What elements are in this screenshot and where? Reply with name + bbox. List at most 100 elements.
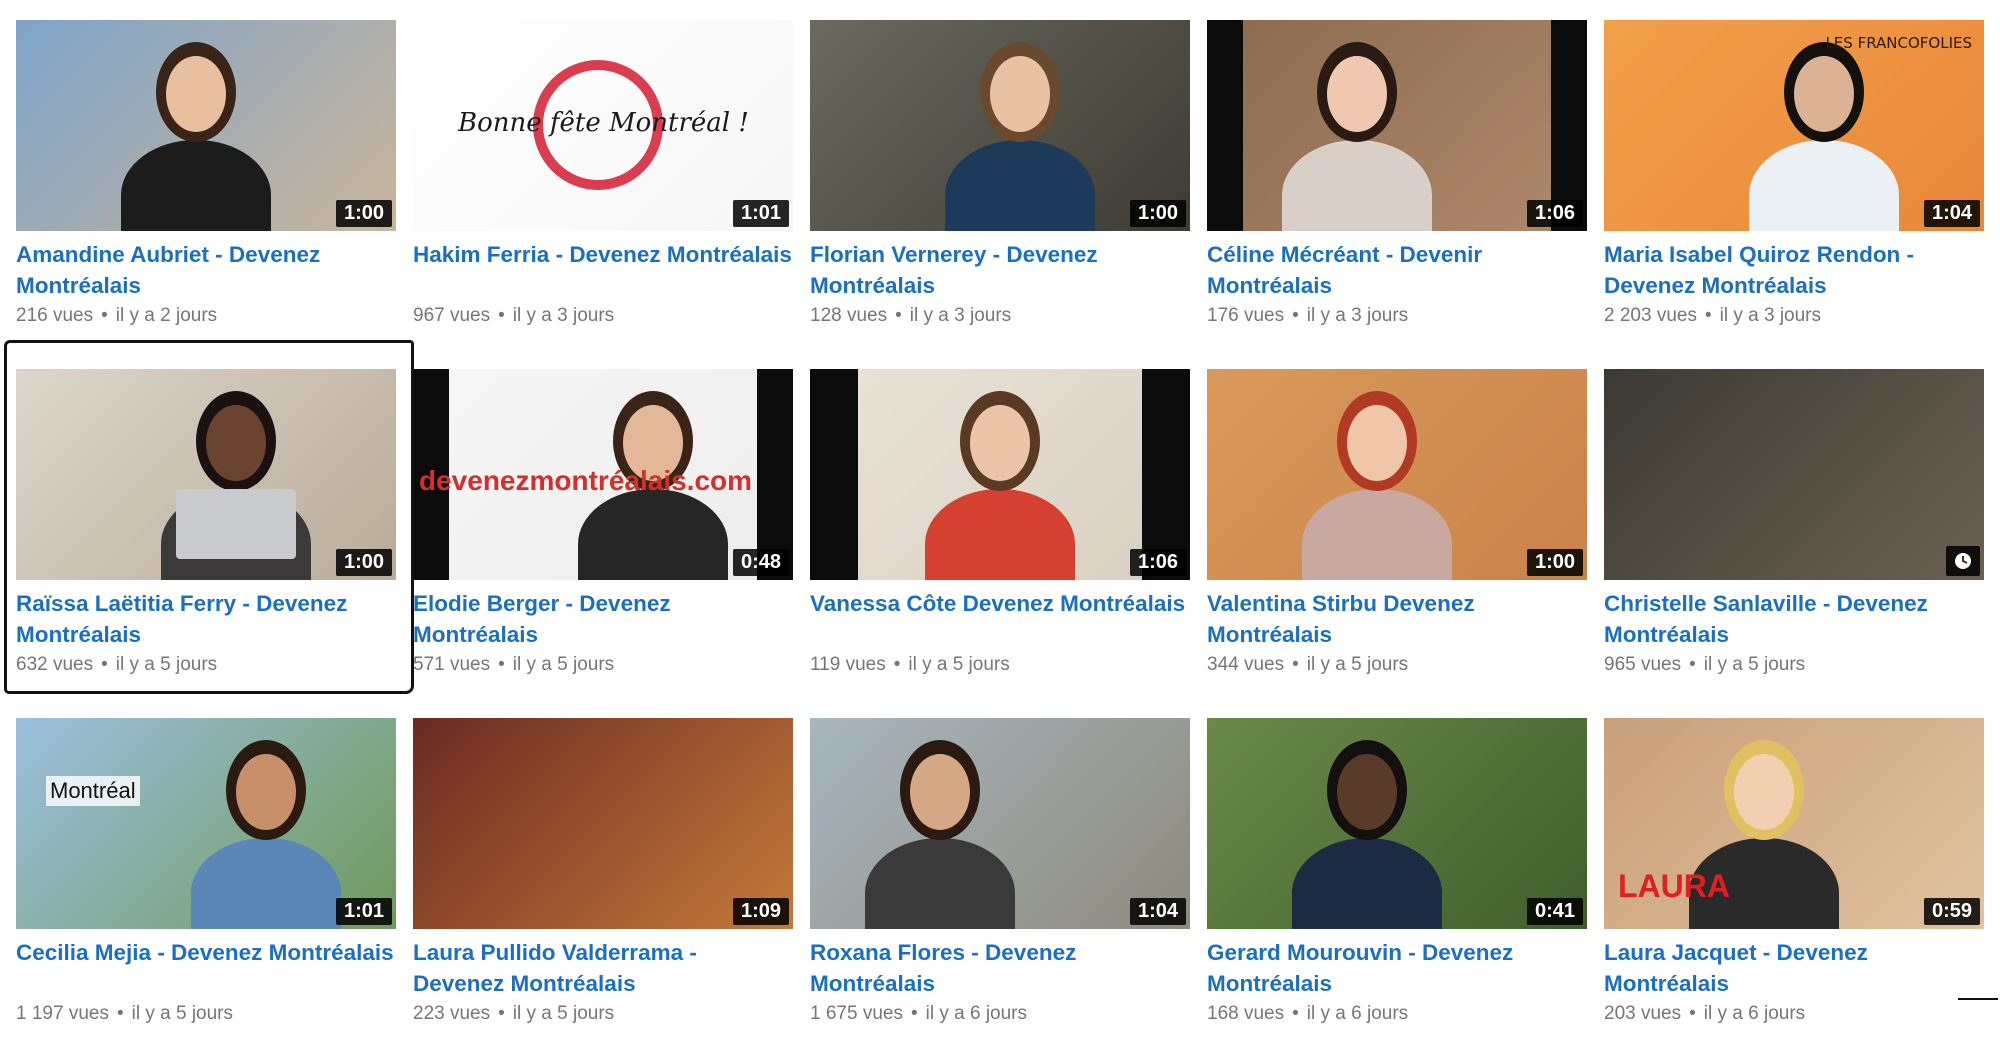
person-face [1347, 405, 1407, 481]
video-meta: 128 vues • il y a 3 jours [810, 303, 1190, 329]
video-meta: 571 vues • il y a 5 jours [413, 652, 793, 678]
video-card[interactable]: Christelle Sanlaville - Devenez Montréal… [1604, 369, 1984, 699]
video-meta: 203 vues • il y a 6 jours [1604, 1001, 1984, 1027]
video-thumbnail[interactable]: 1:04 [810, 718, 1190, 929]
video-card[interactable]: 1:06 Vanessa Côte Devenez Montréalais 119 … [810, 369, 1190, 699]
video-thumbnail[interactable]: 1:00 [1207, 369, 1587, 580]
view-count: 176 vues [1207, 305, 1285, 326]
separator-dot: • [498, 1003, 505, 1024]
video-thumbnail[interactable]: 1:06 [1207, 20, 1587, 231]
video-card[interactable]: 1:04 Roxana Flores - Devenez Montréalais 1… [810, 718, 1190, 1048]
video-title-link[interactable]: Amandine Aubriet - Devenez Montréalais [16, 239, 396, 301]
video-title-link[interactable]: Valentina Stirbu Devenez Montréalais [1207, 588, 1587, 650]
video-meta: 967 vues • il y a 3 jours [413, 303, 793, 329]
video-card[interactable]: 0:41 Gerard Mourouvin - Devenez Montréala… [1207, 718, 1587, 1048]
person-face [910, 754, 970, 830]
video-title-link[interactable]: Elodie Berger - Devenez Montréalais [413, 588, 793, 650]
clock-icon[interactable] [1946, 546, 1980, 576]
video-meta: 223 vues • il y a 5 jours [413, 1001, 793, 1027]
video-thumbnail[interactable]: 1:00 [16, 369, 396, 580]
video-meta: 119 vues • il y a 5 jours [810, 652, 1190, 678]
video-title-link[interactable]: Hakim Ferria - Devenez Montréalais [413, 239, 793, 301]
video-card[interactable]: LES FRANCOFOLIES 1:04 Maria Isabel Quiroz … [1604, 20, 1984, 350]
upload-age: il y a 5 jours [1703, 654, 1806, 675]
video-title-link[interactable]: Roxana Flores - Devenez Montréalais [810, 937, 1190, 999]
video-card[interactable]: LAURA 0:59 Laura Jacquet - Devenez Montréa… [1604, 718, 1984, 1048]
thumbnail-overlay-text: LAURA [1618, 868, 1730, 904]
video-thumbnail[interactable]: Montréal 1:01 [16, 718, 396, 929]
thumbnail-image [1604, 369, 1984, 580]
upload-age: il y a 3 jours [1306, 305, 1409, 326]
person-face [206, 405, 266, 481]
separator-dot: • [893, 654, 901, 675]
video-thumbnail[interactable]: 1:00 [16, 20, 396, 231]
view-count: 216 vues [16, 305, 94, 326]
separator-dot: • [910, 1003, 918, 1024]
laptop-image [176, 489, 296, 559]
video-thumbnail[interactable]: 0:41 [1207, 718, 1587, 929]
video-title-link[interactable]: Laura Jacquet - Devenez Montréalais [1604, 937, 1984, 999]
video-title-link[interactable]: Cecilia Mejia - Devenez Montréalais [16, 937, 396, 999]
person-face [1337, 754, 1397, 830]
video-thumbnail[interactable]: LES FRANCOFOLIES 1:04 [1604, 20, 1984, 231]
video-card[interactable]: 1:06 Céline Mécréant - Devenir Montréalai… [1207, 20, 1587, 350]
video-thumbnail[interactable]: devenezmontréalais.com 0:48 [413, 369, 793, 580]
video-card[interactable]: 1:09 Laura Pullido Valderrama - Devenez M… [413, 718, 793, 1048]
separator-dot: • [116, 1003, 124, 1024]
upload-age: il y a 6 jours [1703, 1003, 1806, 1024]
video-title-link[interactable]: Laura Pullido Valderrama - Devenez Montr… [413, 937, 793, 999]
video-title-link[interactable]: Céline Mécréant - Devenir Montréalais [1207, 239, 1587, 301]
duration-badge: 1:04 [1923, 200, 1980, 227]
separator-dot: • [498, 654, 505, 675]
video-title-link[interactable]: Gerard Mourouvin - Devenez Montréalais [1207, 937, 1587, 999]
view-count: 128 vues [810, 305, 888, 326]
video-card[interactable]: Montréal 1:01 Cecilia Mejia - Devenez Mont… [16, 718, 396, 1048]
duration-badge: 1:06 [1129, 549, 1186, 576]
view-count: 223 vues [413, 1003, 491, 1024]
separator-dot: • [101, 305, 108, 326]
video-title-link[interactable]: Maria Isabel Quiroz Rendon - Devenez Mon… [1604, 239, 1984, 301]
view-count: 967 vues [413, 305, 491, 326]
person-face [990, 56, 1050, 132]
video-title-link[interactable]: Florian Vernerey - Devenez Montréalais [810, 239, 1190, 301]
view-count: 119 vues [810, 654, 886, 675]
video-card[interactable]: 1:00 Amandine Aubriet - Devenez Montréala… [16, 20, 396, 350]
separator-dot: • [1704, 305, 1712, 326]
person-face [1327, 56, 1387, 132]
video-grid: 1:00 Amandine Aubriet - Devenez Montréala… [16, 20, 1986, 1030]
thumbnail-overlay-text: devenezmontréalais.com [419, 465, 753, 496]
video-card[interactable]: 1:00 Valentina Stirbu Devenez Montréalais… [1207, 369, 1587, 699]
separator-dot: • [1689, 1003, 1696, 1024]
duration-badge: 1:01 [732, 200, 789, 227]
duration-badge: 0:41 [1526, 898, 1583, 925]
video-card[interactable]: 1:00 Florian Vernerey - Devenez Montréala… [810, 20, 1190, 350]
upload-age: il y a 6 jours [1306, 1003, 1409, 1024]
video-title-link[interactable]: Christelle Sanlaville - Devenez Montréal… [1604, 588, 1984, 650]
video-meta: 216 vues • il y a 2 jours [16, 303, 396, 329]
video-meta: 1 197 vues • il y a 5 jours [16, 1001, 396, 1027]
letterbox-bar [1207, 20, 1243, 231]
video-thumbnail[interactable]: Bonne fête Montréal ! 1:01 [413, 20, 793, 231]
video-thumbnail[interactable]: LAURA 0:59 [1604, 718, 1984, 929]
view-count: 344 vues [1207, 654, 1285, 675]
view-count: 965 vues [1604, 654, 1682, 675]
video-thumbnail[interactable] [1604, 369, 1984, 580]
video-card[interactable]: 1:00 Raïssa Laëtitia Ferry - Devenez Mont… [16, 369, 396, 699]
video-thumbnail[interactable]: 1:06 [810, 369, 1190, 580]
letterbox-bar [810, 369, 858, 580]
view-count: 632 vues [16, 654, 94, 675]
video-title-link[interactable]: Vanessa Côte Devenez Montréalais [810, 588, 1190, 650]
duration-badge: 1:01 [335, 898, 392, 925]
upload-age: il y a 3 jours [512, 305, 615, 326]
video-thumbnail[interactable]: 1:00 [810, 20, 1190, 231]
video-card[interactable]: devenezmontréalais.com 0:48 Elodie Berger … [413, 369, 793, 699]
upload-age: il y a 5 jours [1306, 654, 1409, 675]
duration-badge: 1:00 [335, 200, 392, 227]
video-card[interactable]: Bonne fête Montréal ! 1:01 Hakim Ferria - … [413, 20, 793, 350]
upload-age: il y a 2 jours [115, 305, 218, 326]
video-thumbnail[interactable]: 1:09 [413, 718, 793, 929]
video-title-link[interactable]: Raïssa Laëtitia Ferry - Devenez Montréal… [16, 588, 396, 650]
upload-age: il y a 3 jours [1719, 305, 1821, 326]
person-face [970, 405, 1030, 481]
separator-dot: • [895, 305, 902, 326]
